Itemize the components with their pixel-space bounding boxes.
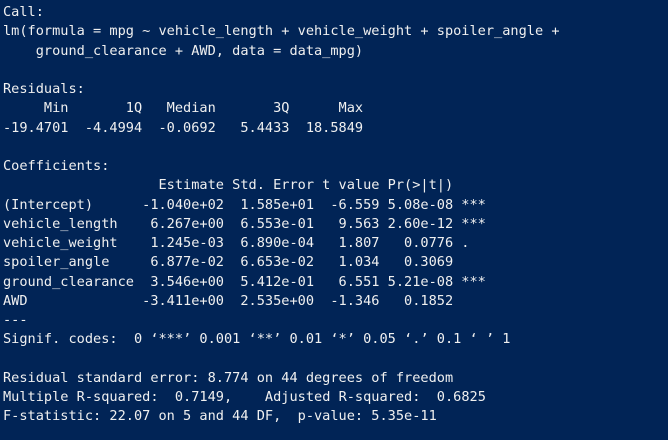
coefficient-row-ground-clearance: ground_clearance 3.546e+00 5.412e-01 6.5… — [3, 273, 486, 290]
residuals-values: -19.4701 -4.4994 -0.0692 5.4433 18.5849 — [3, 119, 372, 136]
residual-standard-error: Residual standard error: 8.774 on 44 deg… — [3, 369, 454, 386]
r-squared-line: Multiple R-squared: 0.7149, Adjusted R-s… — [3, 389, 495, 405]
call-formula-line-2: ground_clearance + AWD, data = data_mpg) — [3, 42, 364, 59]
r-console-output[interactable]: Call: lm(formula = mpg ~ vehicle_length +… — [0, 0, 668, 440]
coefficients-header: Coefficients: — [3, 158, 110, 174]
f-statistic-line: F-statistic: 22.07 on 5 and 44 DF, p-val… — [3, 408, 437, 425]
coefficient-row-vehicle-weight: vehicle_weight 1.245e-03 6.890e-04 1.807… — [3, 235, 486, 251]
coefficients-column-labels: Estimate Std. Error t value Pr(>|t|) — [3, 177, 486, 194]
call-header: Call: — [3, 4, 44, 20]
separator-line: --- — [3, 312, 28, 328]
residuals-column-labels: Min 1Q Median 3Q Max — [3, 100, 372, 117]
signif-codes-legend: Signif. codes: 0 ‘***’ 0.001 ‘**’ 0.01 ‘… — [3, 331, 511, 348]
coefficient-row-vehicle-length: vehicle_length 6.267e+00 6.553e-01 9.563… — [3, 215, 486, 232]
coefficient-row-spoiler-angle: spoiler_angle 6.877e-02 6.653e-02 1.034 … — [3, 254, 486, 271]
call-formula-line-1: lm(formula = mpg ~ vehicle_length + vehi… — [3, 23, 560, 40]
residuals-header: Residuals: — [3, 81, 85, 97]
coefficient-row-intercept: (Intercept) -1.040e+02 1.585e+01 -6.559 … — [3, 196, 486, 213]
coefficient-row-awd: AWD -3.411e+00 2.535e+00 -1.346 0.1852 — [3, 292, 486, 309]
